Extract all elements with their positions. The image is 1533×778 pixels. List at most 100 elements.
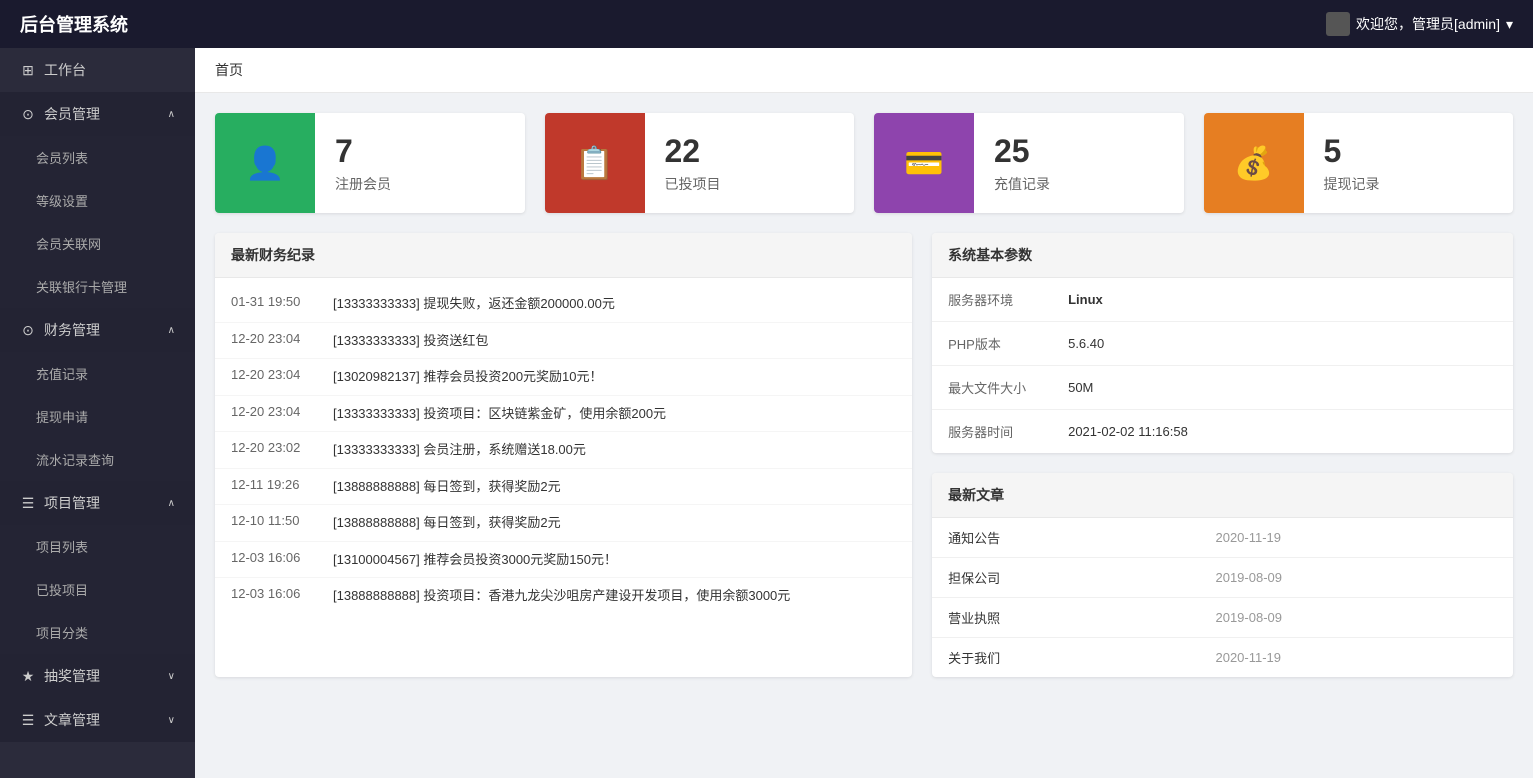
doc-icon: ☰ [20,712,36,729]
stat-number-recharge: 25 [994,132,1164,170]
stat-card-members: 👤 7 注册会员 [215,113,525,213]
finance-record: 12-20 23:04 [13020982137] 推荐会员投资200元奖励10… [215,359,912,396]
article-date: 2020-11-19 [1199,518,1513,558]
finance-time: 12-20 23:04 [231,404,321,419]
chevron-up-icon: ∧ [168,109,175,120]
article-row: 通知公告 2020-11-19 [932,518,1513,558]
finance-text: [13333333333] 投资送红包 [333,331,896,351]
sidebar-label-member-list: 会员列表 [36,148,88,167]
stat-icon-members: 👤 [215,113,315,213]
sys-param-value: 2021-02-02 11:16:58 [1052,410,1513,454]
articles-table: 通知公告 2020-11-19 担保公司 2019-08-09 营业执照 201… [932,518,1513,677]
sidebar-label-member-network: 会员关联网 [36,234,101,253]
finance-time: 12-11 19:26 [231,477,321,492]
sidebar-item-workbench[interactable]: ⊞ 工作台 [0,48,195,92]
list-icon: ☰ [20,495,36,512]
finance-record: 12-20 23:04 [13333333333] 投资送红包 [215,323,912,360]
sidebar-label-level-settings: 等级设置 [36,191,88,210]
finance-record: 12-20 23:04 [13333333333] 投资项目：区块链紫金矿，使用… [215,396,912,433]
sidebar-item-project-category[interactable]: 项目分类 [0,611,195,654]
finance-time: 12-03 16:06 [231,586,321,601]
finance-text: [13888888888] 每日签到，获得奖励2元 [333,477,896,497]
finance-text: [13888888888] 每日签到，获得奖励2元 [333,513,896,533]
sidebar: ⊞ 工作台 ⊙ 会员管理 ∧ 会员列表 等级设置 会员关联网 关联银行卡管理 [0,48,195,778]
circle-icon: ⊙ [20,106,36,123]
article-date: 2019-08-09 [1199,598,1513,638]
finance-time: 01-31 19:50 [231,294,321,309]
sidebar-group-finance-mgmt[interactable]: ⊙ 财务管理 ∧ [0,308,195,352]
system-table: 服务器环境 Linux PHP版本 5.6.40 最大文件大小 50M 服务器时… [932,278,1513,453]
sys-param-key: 最大文件大小 [932,366,1052,410]
sys-param-value: Linux [1052,278,1513,322]
chevron-down-icon: ▾ [1506,16,1513,33]
stat-label-withdraw: 提现记录 [1324,174,1494,194]
finance-record: 01-31 19:50 [13333333333] 提现失败，返还金额20000… [215,286,912,323]
sys-param-row: 服务器环境 Linux [932,278,1513,322]
article-name[interactable]: 担保公司 [932,558,1199,598]
stat-info-invested: 22 已投项目 [645,116,855,210]
finance-text: [13100004567] 推荐会员投资3000元奖励150元！ [333,550,896,570]
finance-record: 12-10 11:50 [13888888888] 每日签到，获得奖励2元 [215,505,912,542]
sidebar-group-member-mgmt[interactable]: ⊙ 会员管理 ∧ [0,92,195,136]
sys-param-row: PHP版本 5.6.40 [932,322,1513,366]
stat-card-recharge: 💳 25 充值记录 [874,113,1184,213]
sidebar-label-finance-mgmt: 财务管理 [44,320,100,340]
user-menu[interactable]: 欢迎您，管理员[admin] ▾ [1326,12,1513,36]
article-name[interactable]: 通知公告 [932,518,1199,558]
sidebar-label-recharge-records: 充值记录 [36,364,88,383]
user-label: 欢迎您，管理员[admin] [1356,14,1500,34]
circle-icon-2: ⊙ [20,322,36,339]
sys-param-row: 最大文件大小 50M [932,366,1513,410]
sidebar-item-bank-mgmt[interactable]: 关联银行卡管理 [0,265,195,308]
stat-number-withdraw: 5 [1324,132,1494,170]
article-name[interactable]: 关于我们 [932,638,1199,678]
sidebar-label-project-mgmt: 项目管理 [44,493,100,513]
sidebar-item-withdraw-apply[interactable]: 提现申请 [0,395,195,438]
sidebar-item-member-network[interactable]: 会员关联网 [0,222,195,265]
stat-icon-invested: 📋 [545,113,645,213]
sidebar-label-invested-projects: 已投项目 [36,580,88,599]
finance-panel-header: 最新财务纪录 [215,233,912,278]
sys-param-key: PHP版本 [932,322,1052,366]
finance-time: 12-10 11:50 [231,513,321,528]
sidebar-item-member-list[interactable]: 会员列表 [0,136,195,179]
user-avatar [1326,12,1350,36]
stat-label-invested: 已投项目 [665,174,835,194]
breadcrumb: 首页 [195,48,1533,93]
finance-text: [13333333333] 会员注册，系统赠送18.00元 [333,440,896,460]
finance-record: 12-03 16:06 [13100004567] 推荐会员投资3000元奖励1… [215,542,912,579]
chevron-up-icon-3: ∧ [168,498,175,509]
sidebar-item-invested-projects[interactable]: 已投项目 [0,568,195,611]
sidebar-item-flow-query[interactable]: 流水记录查询 [0,438,195,481]
sidebar-group-lottery-mgmt[interactable]: ★ 抽奖管理 ∨ [0,654,195,698]
sidebar-label-bank-mgmt: 关联银行卡管理 [36,277,127,296]
finance-time: 12-03 16:06 [231,550,321,565]
stat-number-members: 7 [335,132,505,170]
article-date: 2019-08-09 [1199,558,1513,598]
articles-panel-header: 最新文章 [932,473,1513,518]
chevron-down-icon-4: ∨ [168,671,175,682]
sys-param-row: 服务器时间 2021-02-02 11:16:58 [932,410,1513,454]
finance-time: 12-20 23:02 [231,440,321,455]
star-icon: ★ [20,668,36,685]
sidebar-label-member-mgmt: 会员管理 [44,104,100,124]
lower-row: 最新财务纪录 01-31 19:50 [13333333333] 提现失败，返还… [215,233,1513,677]
stat-label-recharge: 充值记录 [994,174,1164,194]
sidebar-group-article-mgmt[interactable]: ☰ 文章管理 ∨ [0,698,195,742]
sidebar-label-article-mgmt: 文章管理 [44,710,100,730]
system-panel-header: 系统基本参数 [932,233,1513,278]
finance-text: [13333333333] 提现失败，返还金额200000.00元 [333,294,896,314]
sidebar-item-level-settings[interactable]: 等级设置 [0,179,195,222]
system-panel: 系统基本参数 服务器环境 Linux PHP版本 5.6.40 最大文件大小 5… [932,233,1513,453]
chevron-up-icon-2: ∧ [168,325,175,336]
sidebar-item-recharge-records[interactable]: 充值记录 [0,352,195,395]
sidebar-label-lottery-mgmt: 抽奖管理 [44,666,100,686]
stat-number-invested: 22 [665,132,835,170]
sidebar-group-project-mgmt[interactable]: ☰ 项目管理 ∧ [0,481,195,525]
sys-param-key: 服务器环境 [932,278,1052,322]
article-name[interactable]: 营业执照 [932,598,1199,638]
sidebar-item-project-list[interactable]: 项目列表 [0,525,195,568]
sidebar-sub-member-mgmt: 会员列表 等级设置 会员关联网 关联银行卡管理 [0,136,195,308]
stat-info-recharge: 25 充值记录 [974,116,1184,210]
stats-row: 👤 7 注册会员 📋 22 已投项目 💳 25 充值记录 💰 5 提现记录 [215,113,1513,213]
